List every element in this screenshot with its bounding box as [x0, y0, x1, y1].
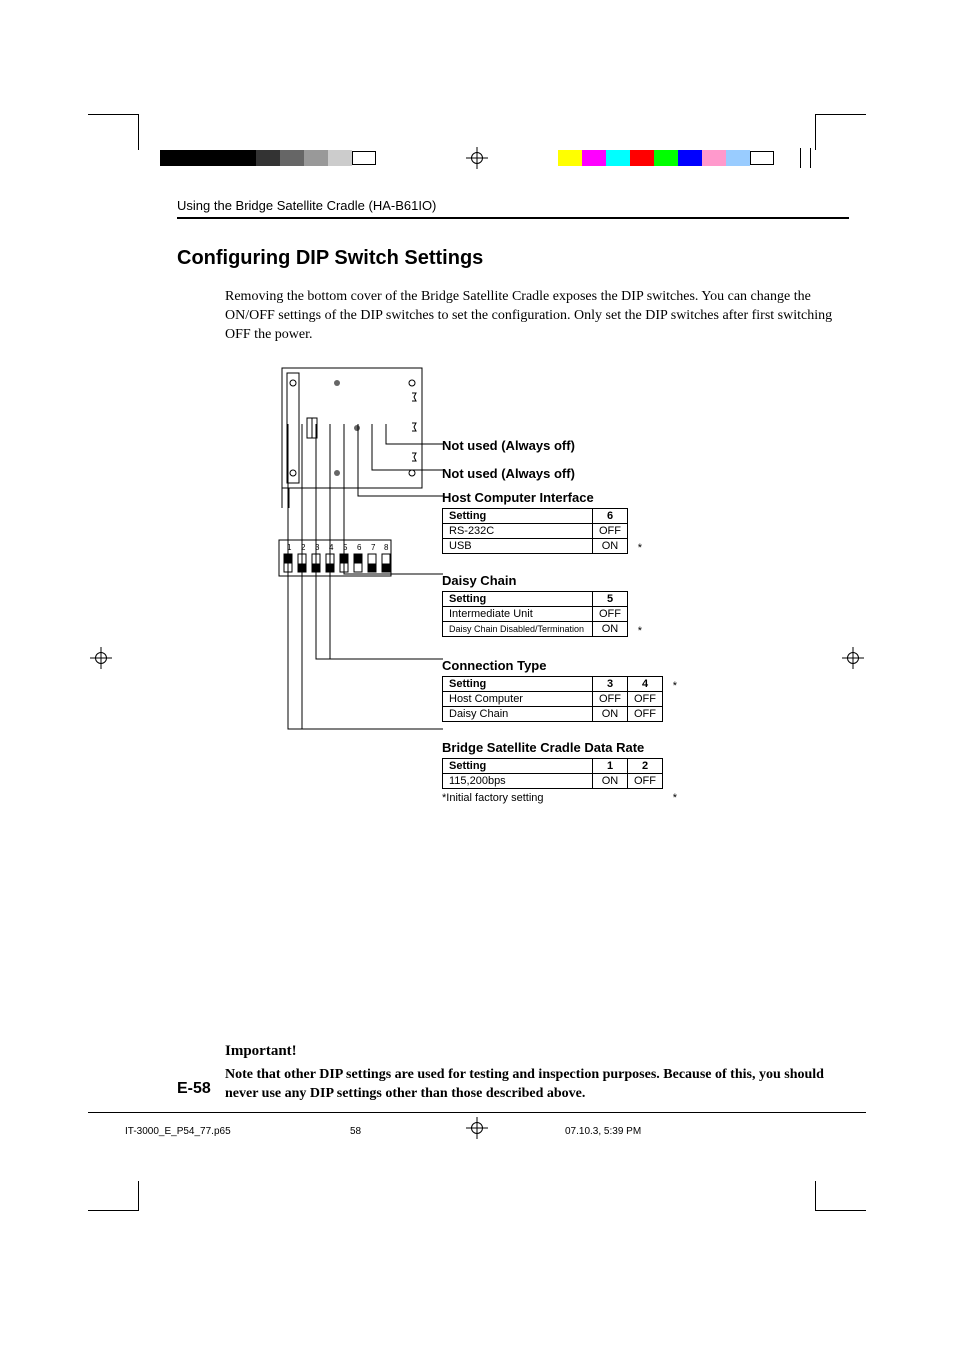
- registration-mark-icon: [469, 150, 485, 166]
- running-head: Using the Bridge Satellite Cradle (HA-B6…: [177, 198, 849, 213]
- dip-switch-diagram: 1 2 3 4 5 6 7 8: [177, 363, 849, 593]
- svg-text:1: 1: [287, 543, 292, 552]
- initial-star: *: [673, 680, 677, 692]
- page-number: E-58: [177, 1080, 211, 1098]
- svg-text:6: 6: [357, 543, 362, 552]
- page-title: Configuring DIP Switch Settings: [177, 247, 849, 270]
- initial-star: *: [638, 542, 642, 554]
- important-heading: Important!: [177, 1043, 849, 1060]
- daisy-title: Daisy Chain: [442, 573, 628, 588]
- cradle-outline-icon: [277, 363, 437, 543]
- svg-text:2: 2: [301, 543, 306, 552]
- host-if-title: Host Computer Interface: [442, 490, 628, 505]
- dip-block-icon: 1 2 3 4 5 6 7 8: [277, 538, 397, 588]
- rate-table: Setting12 115,200bpsONOFF: [442, 758, 663, 789]
- conn-table: Setting34 Host ComputerOFFOFF Daisy Chai…: [442, 676, 663, 722]
- svg-text:7: 7: [371, 543, 376, 552]
- intro-paragraph: Removing the bottom cover of the Bridge …: [177, 288, 849, 345]
- greyscale-swatches: [160, 150, 376, 166]
- registration-mark-icon: [469, 1120, 485, 1136]
- header-rule: [177, 217, 849, 219]
- initial-star: *: [673, 792, 677, 804]
- daisy-table: Setting5 Intermediate UnitOFF Daisy Chai…: [442, 591, 628, 637]
- footer-rule: [88, 1112, 866, 1113]
- footnote: *Initial factory setting: [442, 792, 663, 804]
- svg-text:5: 5: [343, 543, 348, 552]
- svg-text:4: 4: [329, 543, 334, 552]
- svg-text:8: 8: [384, 543, 389, 552]
- footer-page: 58: [350, 1126, 361, 1137]
- initial-star: *: [638, 625, 642, 637]
- sw7-label: Not used (Always off): [442, 466, 575, 481]
- rate-title: Bridge Satellite Cradle Data Rate: [442, 740, 663, 755]
- important-body: Note that other DIP settings are used fo…: [177, 1066, 849, 1104]
- footer-date: 07.10.3, 5:39 PM: [565, 1126, 641, 1137]
- cmyk-swatches: [558, 150, 774, 166]
- svg-text:3: 3: [315, 543, 320, 552]
- conn-title: Connection Type: [442, 658, 663, 673]
- host-if-table: Setting6 RS-232COFF USBON: [442, 508, 628, 554]
- sw8-label: Not used (Always off): [442, 438, 575, 453]
- footer-file: IT-3000_E_P54_77.p65: [125, 1126, 231, 1137]
- registration-mark-icon: [93, 650, 109, 666]
